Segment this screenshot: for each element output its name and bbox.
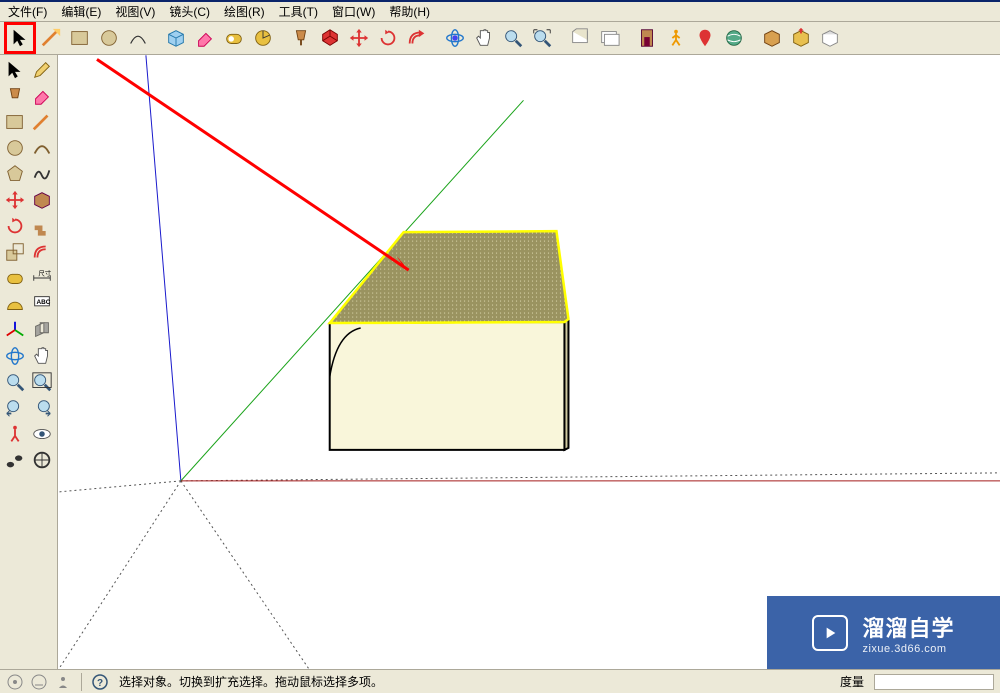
- l-protractor[interactable]: [2, 291, 28, 317]
- tool-circle[interactable]: [95, 24, 123, 52]
- tool-ge-toggle[interactable]: [720, 24, 748, 52]
- l-axes[interactable]: [2, 317, 28, 343]
- menu-draw[interactable]: 绘图(R): [220, 1, 269, 22]
- tool-zoom-extents[interactable]: [528, 24, 556, 52]
- menu-help[interactable]: 帮助(H): [385, 1, 434, 22]
- menu-bar: 文件(F) 编辑(E) 视图(V) 镜头(C) 绘图(R) 工具(T) 窗口(W…: [0, 2, 1000, 22]
- l-offset[interactable]: [30, 239, 56, 265]
- l-rotate[interactable]: [2, 213, 28, 239]
- tool-move[interactable]: [345, 24, 373, 52]
- tool-next-view[interactable]: [595, 24, 623, 52]
- menu-camera[interactable]: 镜头(C): [165, 1, 214, 22]
- l-line[interactable]: [30, 109, 56, 135]
- tool-rotate[interactable]: [374, 24, 402, 52]
- status-person-icon[interactable]: [54, 673, 72, 691]
- watermark-sub: zixue.3d66.com: [862, 643, 946, 655]
- status-bar: ? 选择对象。切换到扩充选择。拖动鼠标选择多项。 度量: [0, 669, 1000, 693]
- l-freehand[interactable]: [30, 161, 56, 187]
- menu-file[interactable]: 文件(F): [4, 1, 51, 22]
- tool-outliner[interactable]: [633, 24, 661, 52]
- tool-zoom[interactable]: [499, 24, 527, 52]
- status-hint: 选择对象。切换到扩充选择。拖动鼠标选择多项。: [119, 673, 383, 690]
- tool-protractor[interactable]: [249, 24, 277, 52]
- svg-text:?: ?: [97, 678, 103, 689]
- tool-pushpull[interactable]: [316, 24, 344, 52]
- l-planes[interactable]: [30, 317, 56, 343]
- l-position[interactable]: [2, 421, 28, 447]
- status-geo-icon[interactable]: [6, 673, 24, 691]
- menu-view[interactable]: 视图(V): [111, 1, 159, 22]
- toolbar-top: [0, 22, 1000, 55]
- l-prev[interactable]: [2, 395, 28, 421]
- l-tape[interactable]: [2, 265, 28, 291]
- l-polygon[interactable]: [2, 161, 28, 187]
- tool-ge-textures[interactable]: [758, 24, 786, 52]
- tool-select[interactable]: [4, 22, 36, 54]
- status-help-icon[interactable]: ?: [91, 673, 109, 691]
- tool-pan[interactable]: [470, 24, 498, 52]
- l-zoom[interactable]: [2, 369, 28, 395]
- l-arc[interactable]: [30, 135, 56, 161]
- tool-eraser[interactable]: [191, 24, 219, 52]
- main-area: 尺寸 ABC: [0, 55, 1000, 669]
- l-next[interactable]: [30, 395, 56, 421]
- tool-ge-place[interactable]: [691, 24, 719, 52]
- tool-arc[interactable]: [124, 24, 152, 52]
- tool-make-component[interactable]: [162, 24, 190, 52]
- l-pan[interactable]: [30, 343, 56, 369]
- tool-ge[interactable]: [787, 24, 815, 52]
- menu-tools[interactable]: 工具(T): [275, 1, 322, 22]
- menu-edit[interactable]: 编辑(E): [57, 1, 105, 22]
- tool-previous-view[interactable]: [566, 24, 594, 52]
- 3d-viewport[interactable]: [58, 55, 1000, 669]
- tool-orbit[interactable]: [441, 24, 469, 52]
- watermark-title: 溜溜自学: [862, 611, 954, 643]
- l-look[interactable]: [30, 421, 56, 447]
- tool-line[interactable]: [37, 24, 65, 52]
- tool-walk[interactable]: [662, 24, 690, 52]
- l-orbit[interactable]: [2, 343, 28, 369]
- l-select[interactable]: [2, 57, 28, 83]
- l-component[interactable]: [2, 187, 28, 213]
- watermark-banner: 溜溜自学 zixue.3d66.com: [767, 596, 1000, 669]
- tool-offset[interactable]: [403, 24, 431, 52]
- l-pencil[interactable]: [30, 57, 56, 83]
- l-rect[interactable]: [2, 109, 28, 135]
- l-followme[interactable]: [30, 213, 56, 239]
- scene-canvas[interactable]: [59, 55, 1000, 669]
- status-lock-icon[interactable]: [30, 673, 48, 691]
- play-icon: [812, 615, 848, 651]
- l-zoom-extents[interactable]: [30, 369, 56, 395]
- status-measure-input[interactable]: [874, 674, 994, 690]
- status-measure-label: 度量: [840, 673, 864, 690]
- tool-rectangle[interactable]: [66, 24, 94, 52]
- svg-text:ABC: ABC: [37, 299, 51, 306]
- tool-tape-measure[interactable]: [220, 24, 248, 52]
- l-paint[interactable]: [2, 83, 28, 109]
- svg-text:尺寸: 尺寸: [39, 268, 52, 277]
- tool-paint-bucket[interactable]: [287, 24, 315, 52]
- l-circle[interactable]: [2, 135, 28, 161]
- l-text[interactable]: ABC: [30, 291, 56, 317]
- l-walk[interactable]: [2, 447, 28, 473]
- l-scale[interactable]: [2, 239, 28, 265]
- status-divider: [81, 673, 82, 691]
- l-pushpull[interactable]: [30, 187, 56, 213]
- l-section[interactable]: [30, 447, 56, 473]
- menu-window[interactable]: 窗口(W): [328, 1, 379, 22]
- l-eraser[interactable]: [30, 83, 56, 109]
- tool-export[interactable]: [816, 24, 844, 52]
- l-dimension[interactable]: 尺寸: [30, 265, 56, 291]
- left-toolbar: 尺寸 ABC: [0, 55, 58, 669]
